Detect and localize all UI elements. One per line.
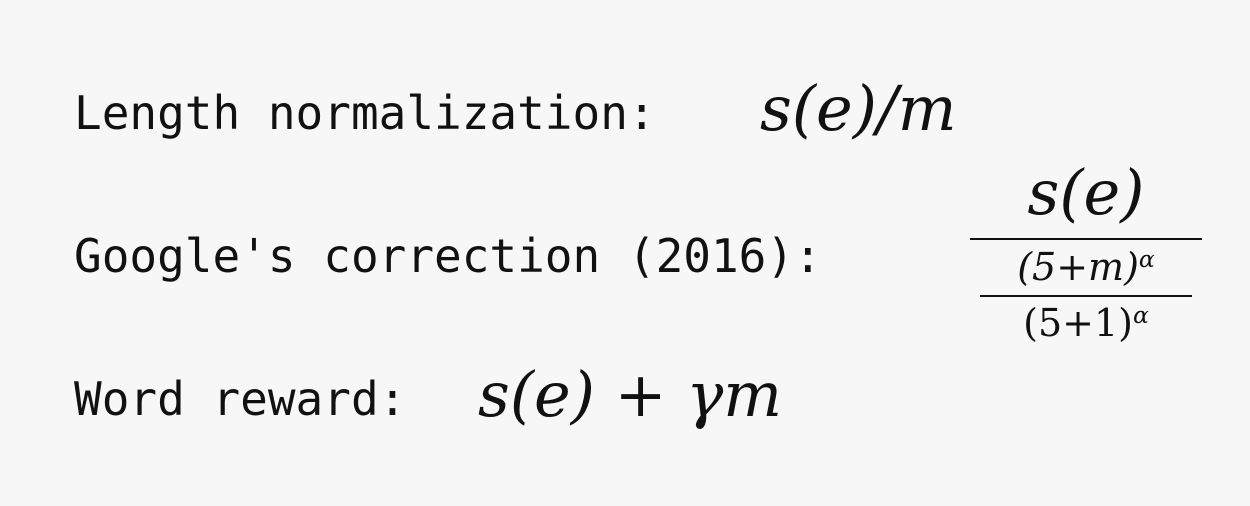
length-normalization-formula: s(e)/m — [760, 78, 957, 140]
fraction-bar — [970, 238, 1202, 240]
formula-inner-numerator: (5+m)α — [970, 245, 1202, 289]
length-normalization-label: Length normalization: — [74, 86, 656, 140]
word-reward-label: Word reward: — [74, 372, 407, 426]
formula-inner-numerator-text: (5+m) — [1017, 245, 1139, 289]
exponent-alpha: α — [1132, 301, 1149, 330]
word-reward-formula: s(e) + γm — [478, 364, 782, 426]
length-normalization-formula-text: s(e)/m — [760, 72, 957, 145]
formula-inner-denominator-text: (5+1) — [1023, 301, 1133, 345]
formula-numerator-text: s(e) — [1027, 156, 1145, 229]
google-correction-formula: s(e) (5+m)α (5+1)α — [970, 162, 1202, 362]
formula-inner-denominator: (5+1)α — [970, 301, 1202, 345]
slide: Length normalization: s(e)/m Google's co… — [0, 0, 1250, 506]
google-correction-label: Google's correction (2016): — [74, 229, 822, 283]
inner-fraction-bar — [980, 295, 1192, 297]
exponent-alpha: α — [1138, 245, 1155, 274]
word-reward-formula-text: s(e) + γm — [478, 358, 783, 431]
formula-numerator: s(e) — [970, 162, 1202, 224]
